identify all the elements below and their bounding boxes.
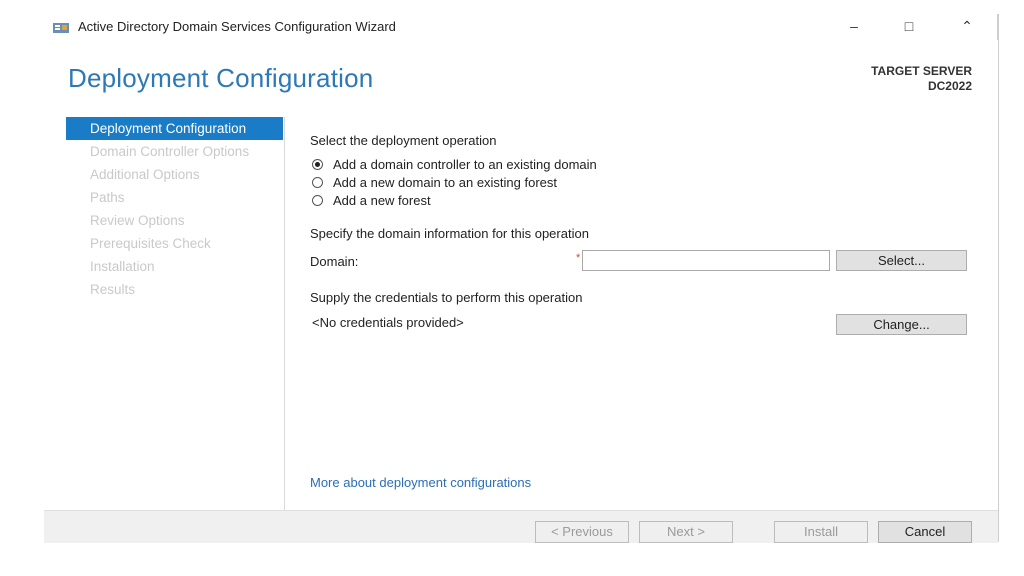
- page-title: Deployment Configuration: [68, 63, 374, 93]
- nav-item-prerequisites-check: Prerequisites Check: [90, 236, 211, 251]
- wizard-nav: Deployment Configuration Domain Controll…: [66, 117, 283, 301]
- domain-label: Domain:: [310, 254, 359, 269]
- minimize-icon[interactable]: –: [839, 16, 869, 36]
- nav-item-paths: Paths: [90, 190, 125, 205]
- wizard-footer: < Previous Next > Install Cancel: [44, 510, 998, 543]
- credentials-label: Supply the credentials to perform this o…: [310, 290, 583, 305]
- nav-item-review-options: Review Options: [90, 213, 185, 228]
- radio-button-checked[interactable]: [312, 158, 323, 170]
- server-manager-icon: [53, 23, 69, 33]
- nav-divider: [284, 117, 285, 510]
- more-about-deployment-link[interactable]: More about deployment configurations: [310, 475, 531, 490]
- window-titlebar: Active Directory Domain Services Configu…: [44, 14, 998, 40]
- change-credentials-button[interactable]: Change...: [836, 314, 967, 335]
- nav-item-additional-options: Additional Options: [90, 167, 200, 182]
- credentials-status: <No credentials provided>: [312, 315, 464, 330]
- nav-item-deployment-configuration[interactable]: Deployment Configuration: [66, 117, 283, 140]
- radio-button[interactable]: [312, 194, 323, 206]
- install-button[interactable]: Install: [774, 521, 868, 543]
- radio-add-new-domain-existing-forest[interactable]: Add a new domain to an existing forest: [312, 173, 557, 191]
- previous-button[interactable]: < Previous: [535, 521, 629, 543]
- radio-button[interactable]: [312, 176, 323, 188]
- domain-input[interactable]: [582, 250, 830, 271]
- target-server-label: TARGET SERVER: [871, 64, 972, 78]
- radio-add-new-forest[interactable]: Add a new forest: [312, 191, 431, 209]
- close-icon[interactable]: ⌃: [952, 16, 982, 36]
- deployment-operation-label: Select the deployment operation: [310, 133, 497, 148]
- target-server-name: DC2022: [927, 79, 972, 93]
- radio-label: Add a domain controller to an existing d…: [333, 156, 597, 172]
- nav-item-results: Results: [90, 282, 136, 297]
- cancel-button[interactable]: Cancel: [878, 521, 972, 543]
- wizard-window: Deployment Configuration TARGET SERVER D…: [44, 40, 998, 510]
- maximize-icon[interactable]: □: [894, 16, 924, 36]
- next-button[interactable]: Next >: [639, 521, 733, 543]
- select-domain-button[interactable]: Select...: [836, 250, 967, 271]
- radio-label: Add a new forest: [333, 192, 431, 208]
- domain-info-label: Specify the domain information for this …: [310, 226, 589, 241]
- radio-add-dc-existing-domain[interactable]: Add a domain controller to an existing d…: [312, 155, 597, 173]
- nav-item-installation: Installation: [90, 259, 155, 274]
- required-marker: *: [576, 252, 581, 264]
- radio-label: Add a new domain to an existing forest: [333, 174, 558, 190]
- nav-item-domain-controller-options: Domain Controller Options: [90, 144, 250, 159]
- window-title: Active Directory Domain Services Configu…: [78, 19, 396, 34]
